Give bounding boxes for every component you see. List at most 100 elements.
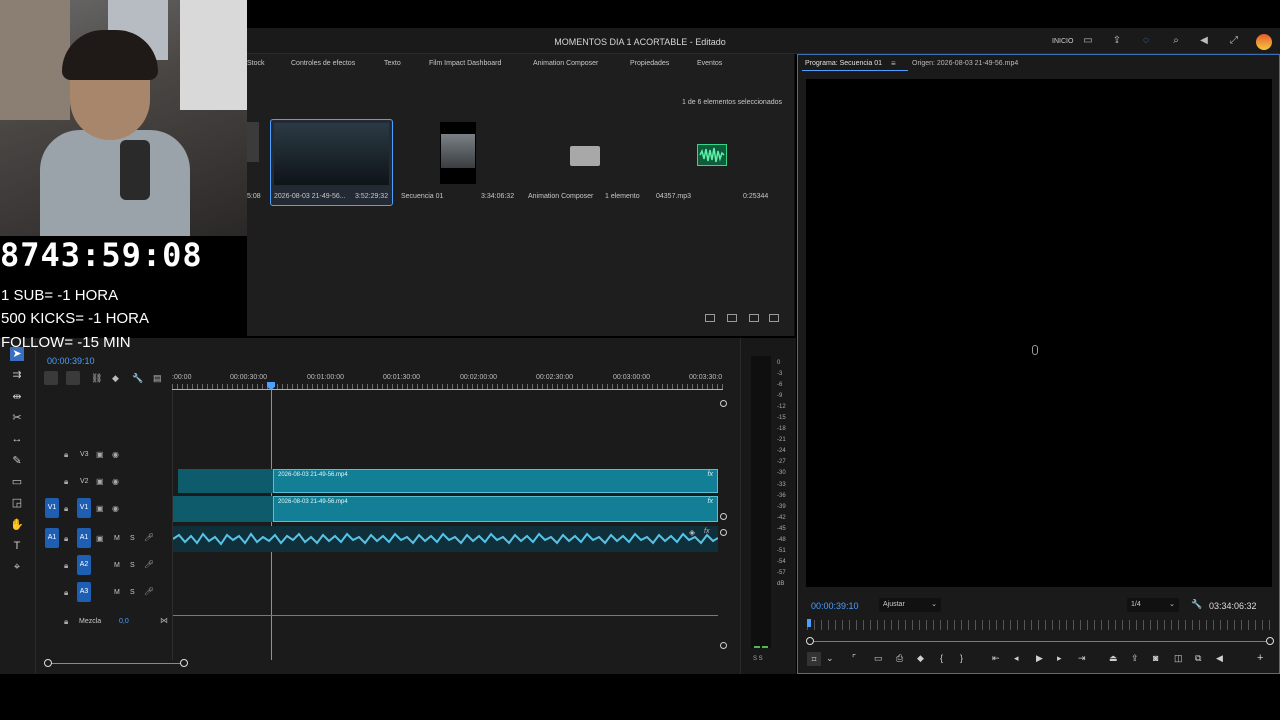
audio-scrub-icon[interactable]: ◀ [1216, 653, 1223, 664]
microphone-icon[interactable]: 🎤︎ [144, 560, 154, 569]
linked-selection-icon[interactable]: ⛓ [91, 373, 102, 384]
export-frame-icon[interactable]: ⎙ [896, 653, 903, 664]
go-to-out-icon[interactable]: ⇥ [1078, 653, 1086, 664]
mute-button[interactable]: M [114, 589, 120, 596]
add-marker-icon[interactable]: ◆ [112, 373, 119, 384]
fullscreen-icon[interactable]: ⤢ [1228, 35, 1240, 47]
mark-out-bracket-icon[interactable]: } [960, 653, 963, 663]
folder-button-icon[interactable] [727, 314, 737, 322]
share-icon[interactable]: ⇪ [1111, 35, 1123, 47]
timeline-timecode[interactable]: 00:00:39:10 [47, 356, 95, 366]
step-back-icon[interactable]: ◂ [1014, 653, 1019, 664]
source-patch-v1[interactable]: V1 [45, 498, 59, 518]
source-patch-a1[interactable]: A1 [45, 528, 59, 548]
microphone-icon[interactable]: 🎤︎ [144, 587, 154, 596]
tab-source-monitor[interactable]: Origen: 2026-08-03 21-49-56.mp4 [912, 60, 1018, 67]
mark-in-icon[interactable]: ⌜ [852, 653, 856, 664]
resolution-dropdown[interactable]: 1/4 ⌄ [1127, 598, 1179, 612]
program-video-frame[interactable] [806, 79, 1272, 587]
wrench-icon[interactable]: 🔧 [132, 373, 143, 384]
multicam-icon[interactable]: ⧉ [1195, 653, 1201, 664]
lock-icon[interactable]: 🔒︎ [64, 450, 68, 460]
keyframe-icon[interactable]: ◈ [689, 528, 695, 537]
search-icon[interactable]: ⌕ [1170, 35, 1182, 47]
lock-icon[interactable]: 🔒︎ [64, 588, 68, 598]
chevron-down-icon[interactable]: ⌄ [826, 653, 834, 664]
track-target-a2[interactable]: A2 [77, 555, 91, 575]
tab-menu-icon[interactable]: ≡ [891, 59, 896, 68]
camera-icon[interactable]: ◙ [1153, 653, 1158, 663]
panels-icon[interactable]: ▭ [1082, 35, 1094, 47]
lock-icon[interactable]: 🔒︎ [64, 534, 68, 544]
track-target-a3[interactable]: A3 [77, 582, 91, 602]
v-scroll-handle-top[interactable] [720, 400, 727, 407]
mark-in-bracket-icon[interactable]: { [940, 653, 943, 663]
crop-icon[interactable]: ⌗ [807, 652, 821, 666]
zoom-left-handle[interactable] [806, 637, 814, 645]
tab-properties[interactable]: Propiedades [630, 60, 669, 67]
mute-button[interactable]: M [114, 562, 120, 569]
h-scroll-right-handle[interactable] [180, 659, 188, 667]
captions-icon[interactable]: ▤ [153, 373, 162, 384]
solo-button[interactable]: S [130, 562, 135, 569]
h-scrollbar[interactable] [48, 663, 184, 664]
track-select-tool-icon[interactable]: ⇉ [10, 368, 24, 382]
v-scroll-handle-mid[interactable] [720, 513, 727, 520]
playhead-line[interactable] [271, 390, 272, 660]
avatar[interactable] [1256, 34, 1272, 50]
tab-program-monitor[interactable]: Programa: Secuencia 01 [805, 60, 882, 67]
mix-end-icon[interactable]: ⋈ [160, 616, 168, 625]
slip-tool-icon[interactable]: ↔ [10, 432, 24, 446]
track-target-a1[interactable]: A1 [77, 528, 91, 548]
extract-icon[interactable]: ⇪ [1131, 653, 1139, 664]
new-item-icon[interactable] [749, 314, 759, 322]
a-scroll-handle-top[interactable] [720, 529, 727, 536]
settings-wrench-icon[interactable]: 🔧 [1191, 599, 1202, 610]
tab-animation-composer[interactable]: Animation Composer [533, 60, 598, 67]
zoom-right-handle[interactable] [1266, 637, 1274, 645]
h-scroll-left-handle[interactable] [44, 659, 52, 667]
meter-solo-buttons[interactable]: S S [753, 656, 763, 662]
speaker-icon[interactable]: ◀ [1198, 35, 1210, 47]
add-marker-icon[interactable]: ◆ [917, 653, 924, 664]
mix-value[interactable]: 0,0 [119, 618, 129, 625]
play-icon[interactable]: ▶ [1036, 653, 1043, 664]
mute-button[interactable]: M [114, 535, 120, 542]
program-timecode[interactable]: 00:00:39:10 [811, 601, 859, 611]
new-bin-icon[interactable] [705, 314, 715, 322]
clip-v2[interactable]: 2026-08-03 21-49-56.mp4 fx [273, 469, 718, 493]
monitor-playhead[interactable] [807, 619, 811, 627]
monitor-zoom-bar[interactable] [810, 641, 1270, 642]
home-button[interactable]: INICIO [1052, 38, 1073, 45]
a-scroll-handle-bottom[interactable] [720, 642, 727, 649]
eye-icon[interactable]: ◉ [112, 450, 119, 459]
clip-segment[interactable] [173, 496, 274, 522]
solo-button[interactable]: S [130, 589, 135, 596]
go-to-in-icon[interactable]: ⇤ [992, 653, 1000, 664]
zoom-region-tool-icon[interactable]: ◲ [10, 496, 24, 510]
film-icon[interactable]: ▣ [96, 504, 104, 513]
pen-tool-icon[interactable]: ✎ [10, 454, 24, 468]
lock-icon[interactable]: 🔒︎ [64, 617, 68, 627]
track-target-v1[interactable]: V1 [77, 498, 91, 518]
tab-effect-controls[interactable]: Controles de efectos [291, 60, 355, 67]
lift-icon[interactable]: ⏏ [1109, 653, 1118, 664]
eye-icon[interactable]: ◉ [112, 477, 119, 486]
rectangle-tool-icon[interactable]: ▭ [10, 475, 24, 489]
progress-icon[interactable]: ◌ [1140, 35, 1152, 47]
trash-icon[interactable] [769, 314, 779, 322]
transform-anchor-icon[interactable] [1032, 345, 1038, 355]
partial-item-thumbnail[interactable] [247, 122, 259, 162]
audio-waveform-icon[interactable] [697, 144, 727, 166]
work-area-bar[interactable] [172, 389, 723, 390]
transcript-tool-icon[interactable]: ⌖ [10, 560, 24, 574]
folder-icon[interactable] [570, 146, 600, 166]
hand-tool-icon[interactable]: ✋ [10, 518, 24, 532]
add-button-icon[interactable]: + [1257, 652, 1263, 664]
safe-margins-icon[interactable]: ▭ [874, 653, 883, 664]
clip-v1[interactable]: 2026-08-03 21-49-56.mp4 fx [273, 496, 718, 522]
film-icon[interactable]: ▣ [96, 534, 104, 543]
razor-tool-icon[interactable]: ✂ [10, 411, 24, 425]
sequence-thumbnail[interactable] [440, 122, 476, 184]
tab-events[interactable]: Eventos [697, 60, 722, 67]
